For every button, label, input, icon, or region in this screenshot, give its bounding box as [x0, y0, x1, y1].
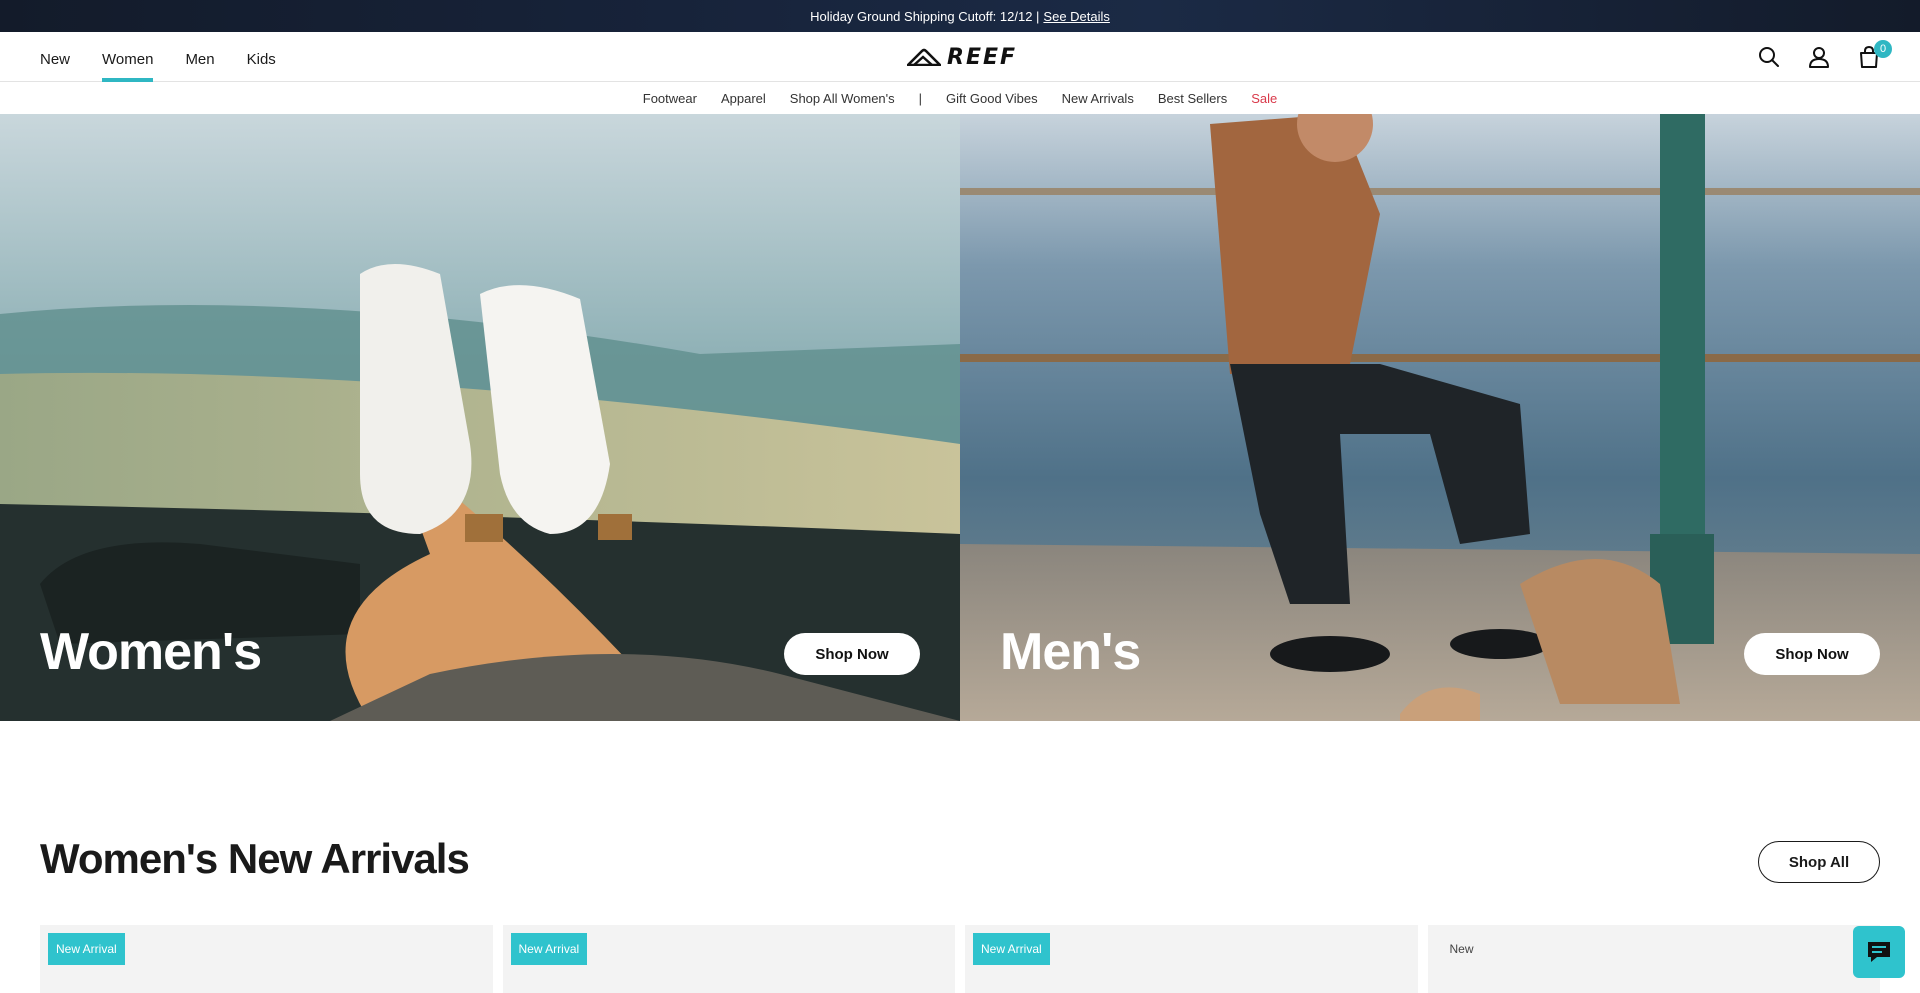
search-icon[interactable] — [1758, 46, 1780, 68]
main-nav: New Women Men Kids — [40, 32, 308, 82]
product-card[interactable]: New Arrival — [502, 925, 955, 993]
mens-shop-now-button[interactable]: Shop Now — [1744, 633, 1880, 675]
account-icon[interactable] — [1808, 46, 1830, 68]
new-arrival-badge: New Arrival — [973, 933, 1050, 965]
chat-icon — [1868, 942, 1890, 962]
section-title: Women's New Arrivals — [40, 835, 470, 882]
product-grid: New Arrival New Arrival New Arrival New — [40, 925, 1880, 993]
site-header: New Women Men Kids REEF 0 — [0, 32, 1920, 82]
see-details-link[interactable]: See Details — [1043, 9, 1109, 24]
subnav-sale[interactable]: Sale — [1251, 91, 1277, 106]
shop-all-button[interactable]: Shop All — [1758, 841, 1880, 883]
subnav-footwear[interactable]: Footwear — [643, 91, 697, 106]
subnav-gift-good-vibes[interactable]: Gift Good Vibes — [946, 91, 1038, 106]
cart-icon[interactable]: 0 — [1858, 40, 1892, 68]
announcement-text: Holiday Ground Shipping Cutoff: 12/12 | — [810, 8, 1040, 24]
logo-wave-icon — [907, 48, 941, 66]
product-card[interactable]: New Arrival — [40, 925, 493, 993]
subnav-apparel[interactable]: Apparel — [721, 91, 766, 106]
subnav-shop-all-womens[interactable]: Shop All Women's — [790, 91, 895, 106]
nav-item-new[interactable]: New — [40, 32, 70, 82]
product-card[interactable]: New — [1427, 925, 1880, 993]
cart-count-badge: 0 — [1874, 40, 1892, 58]
mens-hero[interactable]: Men's Shop Now — [960, 114, 1920, 721]
announcement-bar: Holiday Ground Shipping Cutoff: 12/12 | … — [0, 0, 1920, 32]
subnav-separator: | — [918, 90, 923, 106]
sub-nav: Footwear Apparel Shop All Women's | Gift… — [0, 82, 1920, 114]
womens-hero-title: Women's — [40, 623, 262, 681]
reef-logo[interactable]: REEF — [907, 42, 1017, 72]
womens-shop-now-button[interactable]: Shop Now — [784, 633, 920, 675]
logo-text: REEF — [947, 44, 1018, 70]
mens-hero-title: Men's — [1000, 623, 1141, 681]
new-badge: New — [1449, 942, 1474, 956]
nav-item-men[interactable]: Men — [185, 32, 214, 82]
new-arrival-badge: New Arrival — [510, 933, 588, 965]
subnav-new-arrivals[interactable]: New Arrivals — [1062, 91, 1134, 106]
subnav-best-sellers[interactable]: Best Sellers — [1158, 91, 1227, 106]
nav-item-kids[interactable]: Kids — [247, 32, 276, 82]
chat-button[interactable] — [1853, 926, 1905, 978]
product-card[interactable]: New Arrival — [965, 925, 1418, 993]
nav-item-women[interactable]: Women — [102, 32, 154, 82]
new-arrival-badge: New Arrival — [48, 933, 125, 965]
header-icons: 0 — [1758, 32, 1892, 82]
womens-hero[interactable]: Women's Shop Now — [0, 114, 960, 721]
